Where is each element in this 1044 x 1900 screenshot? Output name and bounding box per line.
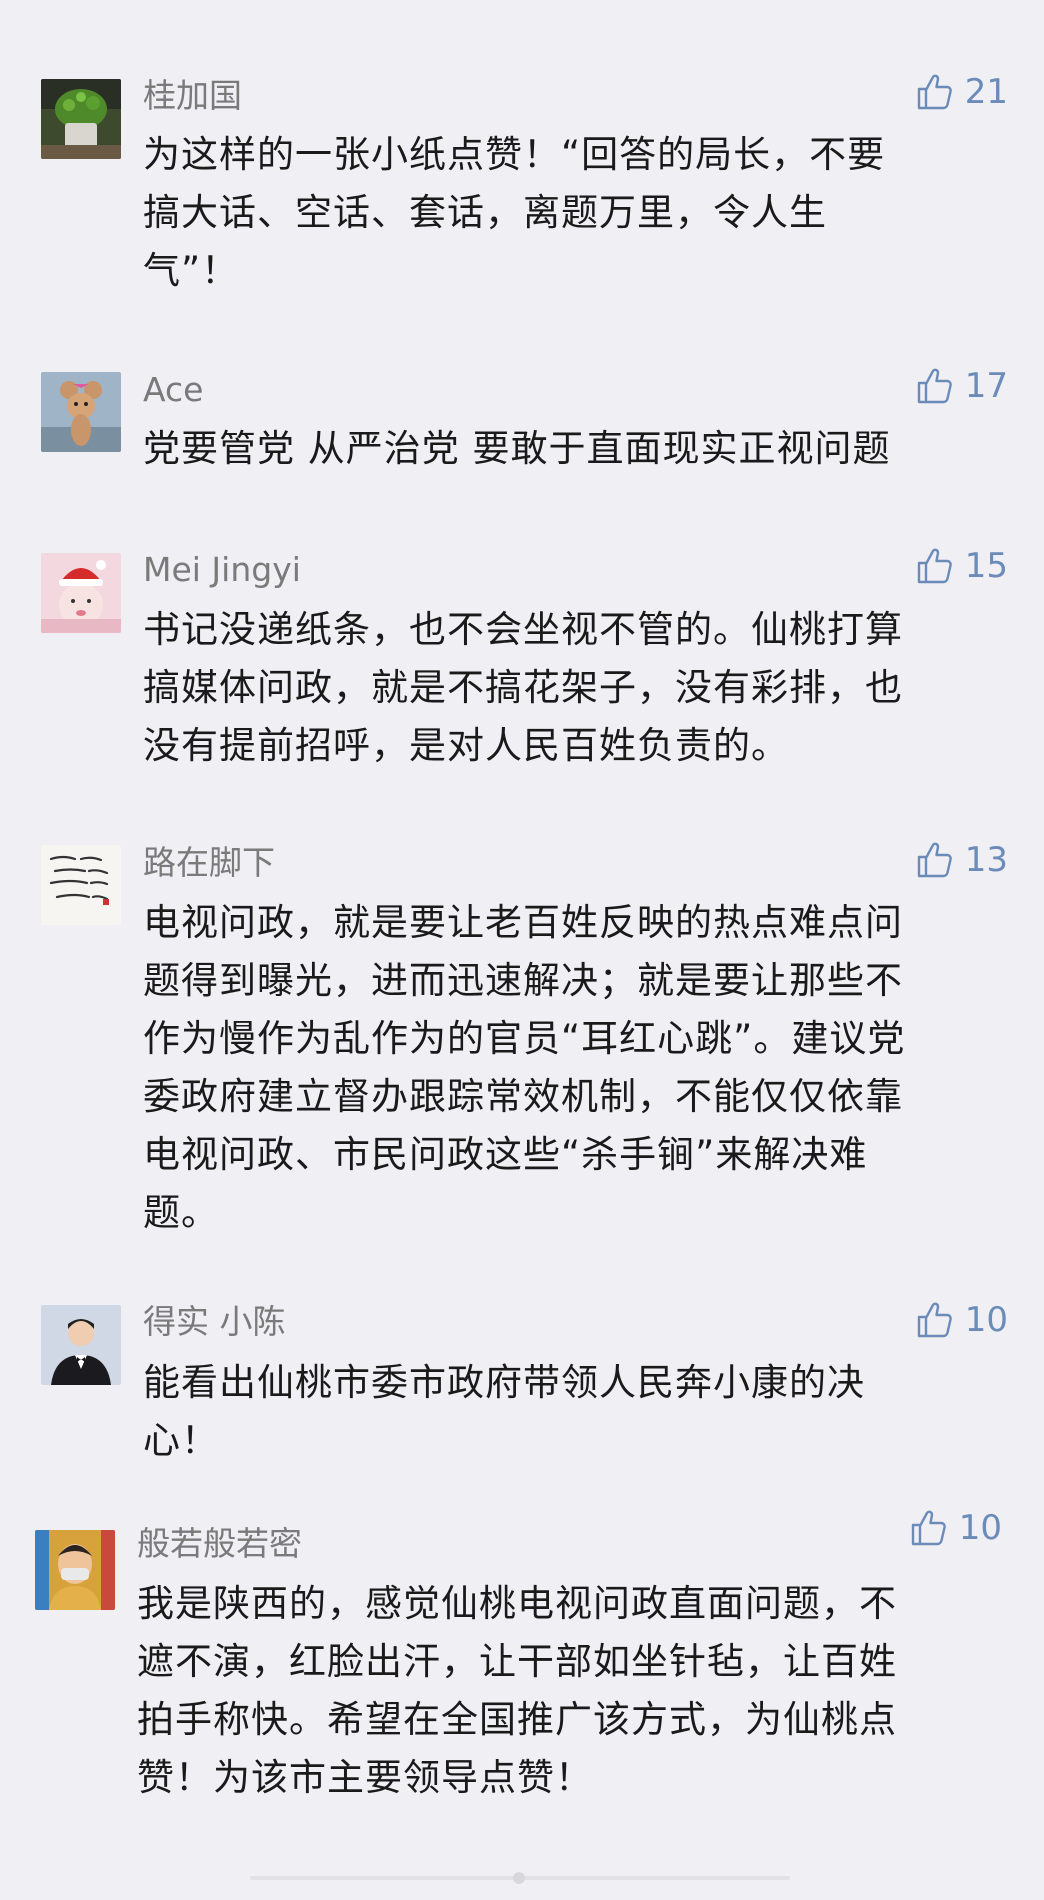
santa-hat-girl-avatar [41, 553, 121, 633]
comment-text: 电视问政，就是要让老百姓反映的热点难点问 题得到曝光，进而迅速解决；就是要让那些… [143, 901, 906, 1234]
like-count: 13 [964, 840, 1008, 880]
like-button[interactable]: 17 [915, 364, 1008, 408]
comment-text: 为这样的一张小纸点赞！“回答的局长，不要 搞大话、空话、套话，离题万里，令人生 … [143, 133, 886, 292]
avatar[interactable] [41, 372, 121, 452]
avatar[interactable] [41, 553, 121, 633]
like-button[interactable]: 10 [915, 1298, 1008, 1342]
avatar[interactable] [35, 1530, 115, 1610]
like-count: 21 [964, 72, 1008, 112]
comment-author[interactable]: 路在脚下 [143, 843, 275, 883]
thumbs-up-icon [909, 1508, 949, 1548]
cartoon-mouse-avatar [41, 372, 121, 452]
comment-author[interactable]: Ace [143, 370, 203, 410]
masked-person-avatar [35, 1530, 115, 1610]
like-count: 15 [964, 546, 1008, 586]
thumbs-up-icon [915, 1300, 955, 1340]
thumbs-up-icon [915, 546, 955, 586]
like-button[interactable]: 13 [915, 838, 1008, 882]
like-count: 10 [958, 1508, 1002, 1548]
avatar[interactable] [41, 79, 121, 159]
calligraphy-avatar [41, 845, 121, 925]
like-count: 10 [964, 1300, 1008, 1340]
like-button[interactable]: 21 [915, 70, 1008, 114]
page-indicator-dot [513, 1872, 525, 1884]
comment-author[interactable]: 桂加国 [143, 76, 242, 116]
comment-text: 书记没递纸条，也不会坐视不管的。仙桃打算 搞媒体问政，就是不搞花架子，没有彩排，… [143, 608, 903, 767]
comment-text: 我是陕西的，感觉仙桃电视问政直面问题，不 遮不演，红脸出汗，让干部如坐针毡，让百… [137, 1582, 897, 1799]
thumbs-up-icon [915, 366, 955, 406]
comment-author[interactable]: 般若般若密 [137, 1524, 302, 1564]
avatar[interactable] [41, 845, 121, 925]
thumbs-up-icon [915, 840, 955, 880]
comment-author[interactable]: Mei Jingyi [143, 550, 301, 590]
avatar[interactable] [41, 1305, 121, 1385]
man-in-suit-avatar [41, 1305, 121, 1385]
plant-photo-avatar [41, 79, 121, 159]
comment-text: 能看出仙桃市委市政府带领人民奔小康的决 心！ [143, 1361, 865, 1462]
like-count: 17 [964, 366, 1008, 406]
like-button[interactable]: 15 [915, 544, 1008, 588]
like-button[interactable]: 10 [909, 1506, 1002, 1550]
thumbs-up-icon [915, 72, 955, 112]
comment-text: 党要管党 从严治党 要敢于直面现实正视问题 [143, 427, 891, 470]
comment-author[interactable]: 得实 小陈 [143, 1302, 286, 1342]
